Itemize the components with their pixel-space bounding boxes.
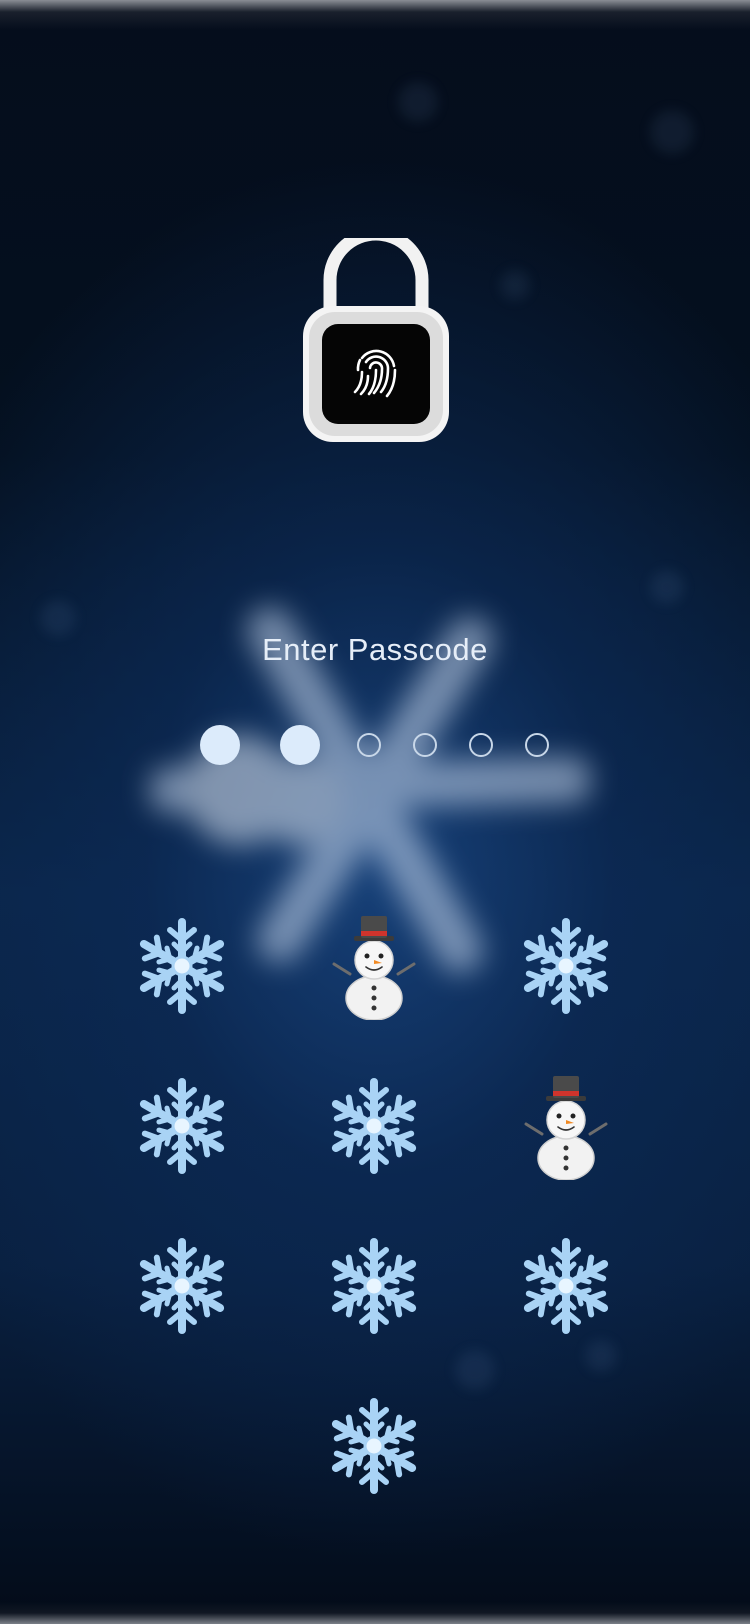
background-bokeh (500, 270, 530, 300)
background-bokeh (40, 600, 76, 636)
keypad-key[interactable] (122, 1226, 242, 1346)
background-bokeh (650, 570, 684, 604)
passcode-prompt: Enter Passcode (262, 632, 488, 667)
keypad-key[interactable] (122, 1066, 242, 1186)
home-indicator-shade (0, 1602, 750, 1624)
passcode-dot (525, 733, 549, 757)
snowflake-icon (139, 1078, 225, 1174)
keypad-key[interactable] (314, 1226, 434, 1346)
snowflake-icon (139, 1238, 225, 1334)
passcode-dot (357, 733, 381, 757)
fingerprint-lock-icon (303, 238, 449, 442)
passcode-dot (469, 733, 493, 757)
keypad-key[interactable] (506, 1066, 626, 1186)
background-bokeh (455, 1350, 495, 1390)
background-bokeh (650, 110, 694, 154)
keypad-key[interactable] (506, 1226, 626, 1346)
lock-screen: Enter Passcode (0, 0, 750, 1624)
snowflake-icon (331, 1398, 417, 1494)
keypad-key[interactable] (314, 1066, 434, 1186)
keypad-key[interactable] (122, 906, 242, 1026)
background-bokeh (398, 82, 438, 122)
snowflake-icon (523, 918, 609, 1014)
passcode-indicator (0, 722, 750, 768)
snowman-icon (524, 1076, 608, 1180)
keypad-key[interactable] (506, 906, 626, 1026)
snowman-icon (332, 916, 416, 1020)
keypad-key[interactable] (314, 906, 434, 1026)
snowflake-icon (139, 918, 225, 1014)
snowflake-icon (331, 1078, 417, 1174)
passcode-dot (413, 733, 437, 757)
passcode-dot (280, 725, 320, 765)
status-bar-shade (0, 0, 750, 30)
passcode-dot (200, 725, 240, 765)
keypad-key[interactable] (314, 1386, 434, 1506)
snowflake-icon (523, 1238, 609, 1334)
snowflake-icon (331, 1238, 417, 1334)
